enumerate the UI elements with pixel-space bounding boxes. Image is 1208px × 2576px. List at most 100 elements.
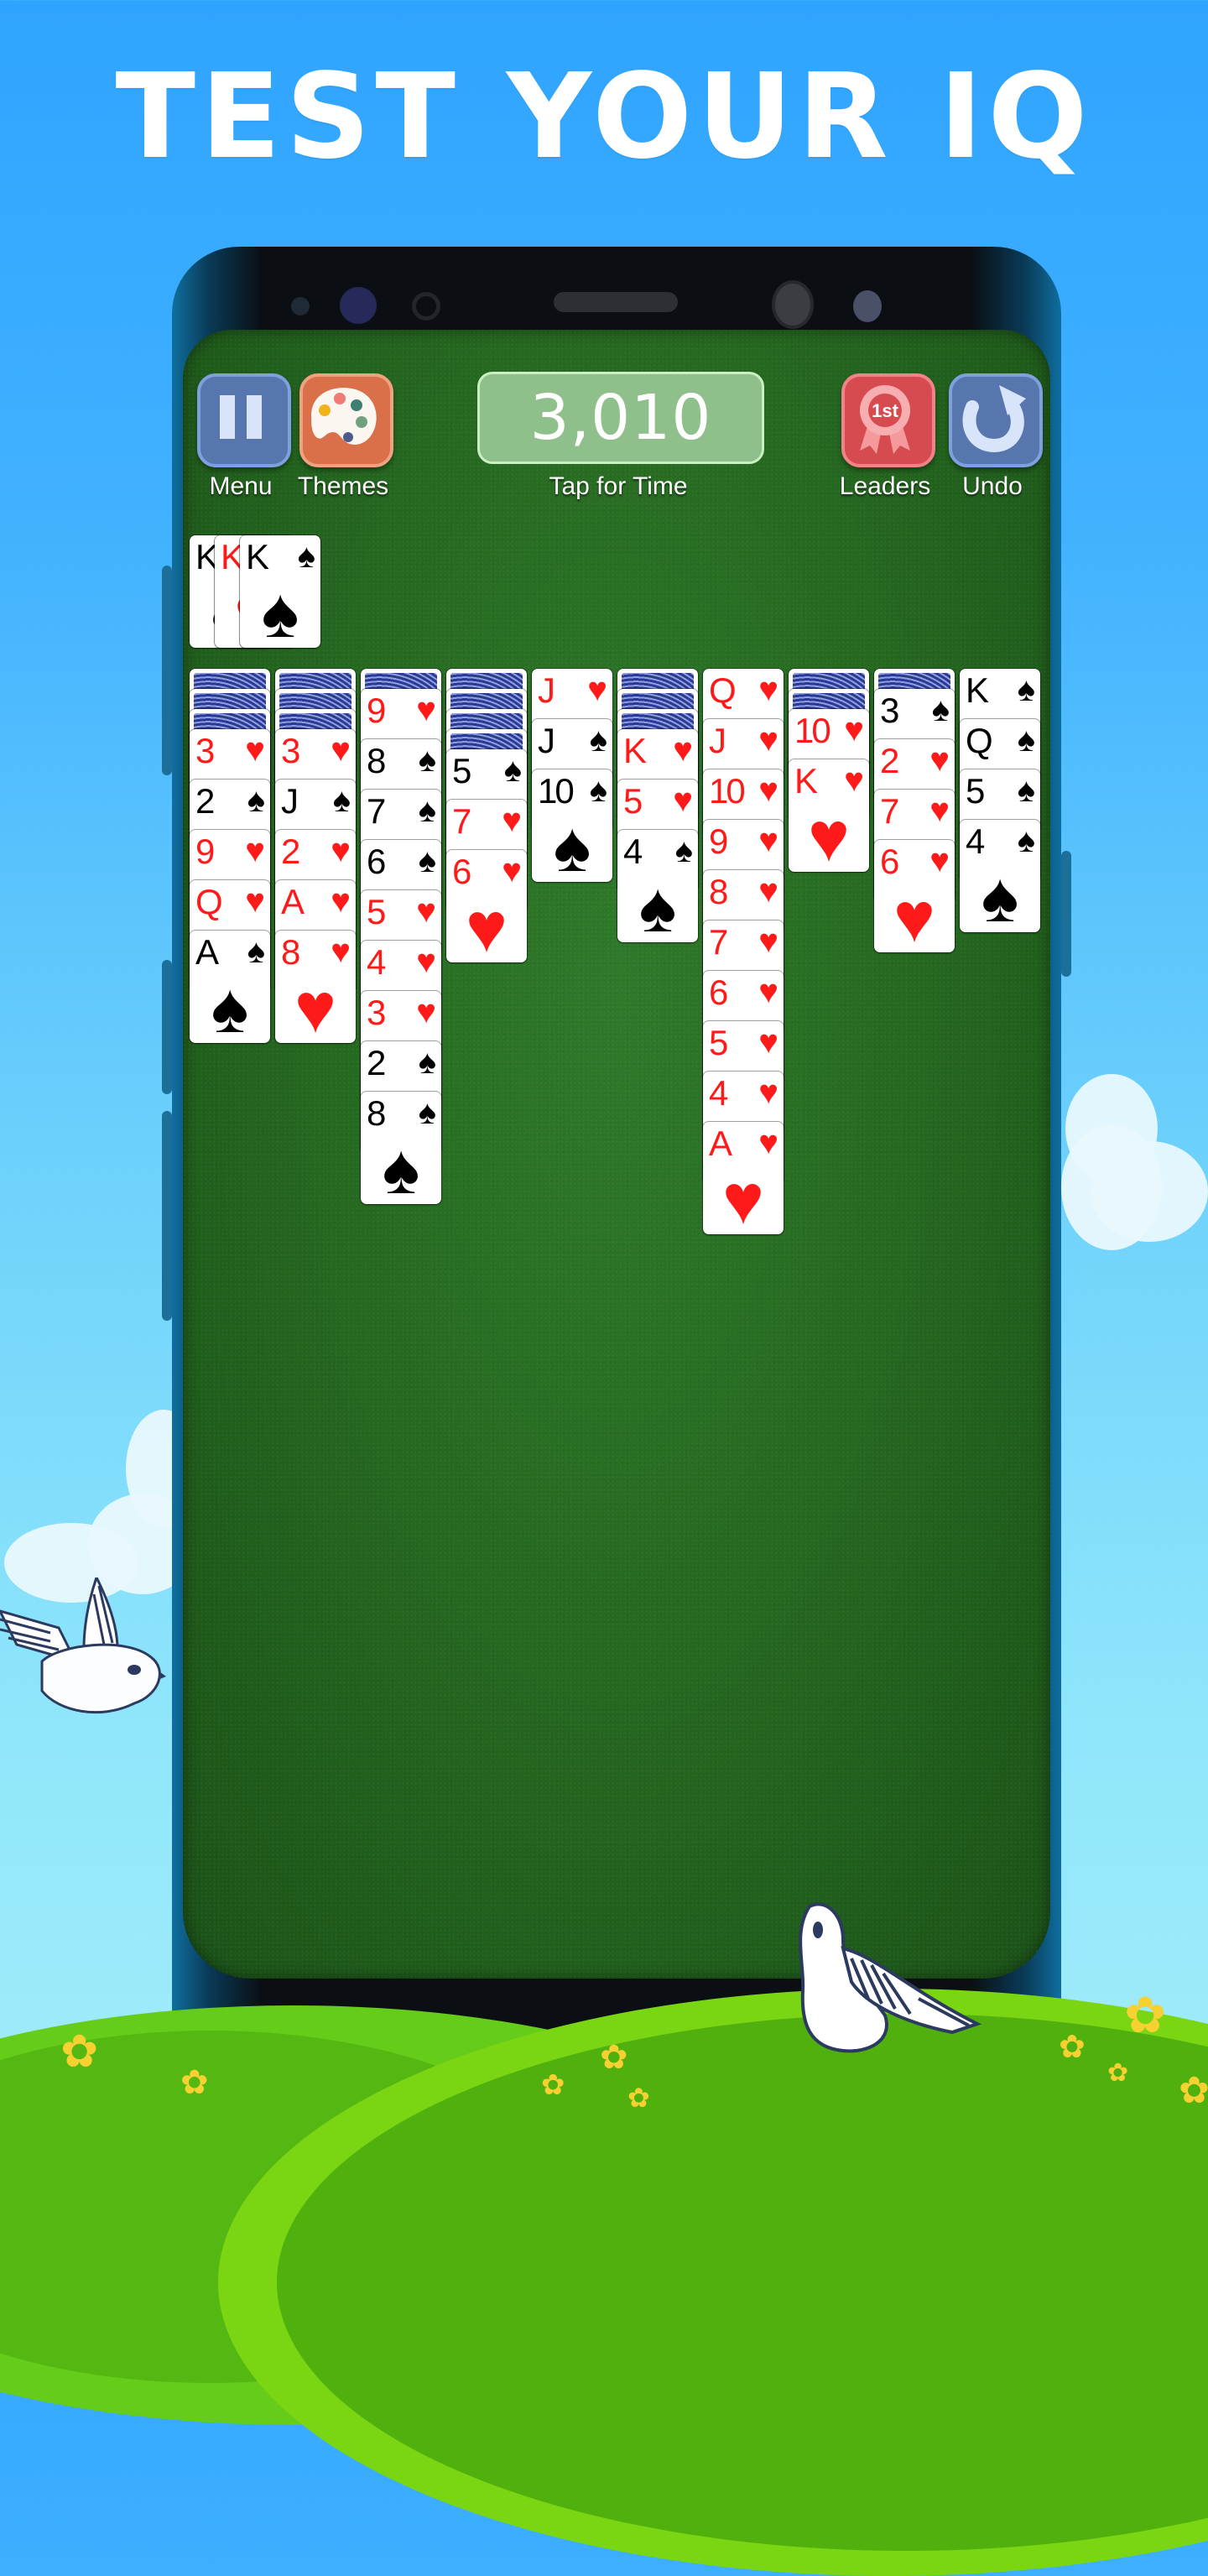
leaders-button[interactable]: 1st [841, 373, 935, 467]
card-rank: 8 [367, 741, 386, 780]
spades-icon: ♠ [418, 742, 436, 779]
tap-for-time-label[interactable]: Tap for Time [476, 472, 761, 501]
promo-headline: TEST YOUR IQ [115, 49, 1093, 185]
card-rank: 4 [367, 942, 386, 982]
card-A-of-spades[interactable]: A ♠ ♠ [190, 931, 270, 1043]
hearts-pip-icon: ♥ [808, 797, 850, 872]
game-board[interactable]: Menu Themes 3,010 Tap for Time 1st Leade… [183, 330, 1050, 1979]
spades-pip-icon: ♠ [981, 858, 1019, 932]
spades-pip-icon: ♠ [211, 968, 249, 1043]
hearts-icon: ♥ [758, 973, 778, 1010]
card-rank: 3 [195, 731, 215, 770]
spades-icon: ♠ [1017, 722, 1035, 759]
phone-side-button [162, 960, 172, 1094]
score-display[interactable]: 3,010 [477, 372, 764, 464]
card-rank: 3 [880, 691, 899, 730]
card-4-of-spades[interactable]: 4 ♠ ♠ [960, 820, 1040, 932]
card-8-of-hearts[interactable]: 8♥♥ [275, 931, 356, 1043]
phone-frame: Menu Themes 3,010 Tap for Time 1st Leade… [162, 247, 1071, 2059]
proximity-sensor [853, 290, 882, 322]
card-A-of-hearts[interactable]: A♥♥ [703, 1122, 784, 1234]
sensor-dot [291, 297, 310, 315]
spades-pip-icon: ♠ [382, 1129, 420, 1204]
hearts-icon: ♥ [331, 933, 351, 970]
spades-icon: ♠ [247, 933, 265, 970]
hearts-pip-icon: ♥ [294, 968, 336, 1043]
card-rank: 10 [709, 771, 746, 811]
card-rank: 8 [281, 932, 300, 972]
spades-pip-icon: ♠ [638, 868, 677, 942]
card-8-of-spades[interactable]: 8♠♠ [361, 1092, 441, 1204]
card-rank: 5 [367, 892, 386, 931]
leaders-badge-text: 1st [872, 400, 898, 421]
sensor-ring [412, 292, 440, 321]
hearts-icon: ♥ [758, 1074, 778, 1111]
card-rank: 9 [367, 691, 386, 730]
hearts-icon: ♥ [758, 1124, 778, 1161]
themes-button[interactable] [299, 373, 393, 467]
spades-pip-icon: ♠ [553, 807, 591, 882]
hearts-icon: ♥ [673, 782, 693, 819]
hearts-icon: ♥ [245, 732, 265, 769]
hearts-pip-icon: ♥ [722, 1160, 764, 1234]
card-rank: K [246, 537, 269, 576]
card-K-of-hearts[interactable]: K♥♥ [789, 759, 869, 872]
card-rank: A [709, 1124, 732, 1163]
card-rank: K [794, 761, 818, 800]
card-rank: 4 [623, 832, 643, 871]
card-rank: 6 [367, 842, 386, 881]
card-10-of-spades[interactable]: 10 ♠ ♠ [532, 769, 612, 882]
hearts-icon: ♥ [758, 822, 778, 859]
phone-side-button [1061, 851, 1071, 977]
spades-icon: ♠ [1017, 671, 1035, 708]
spades-icon: ♠ [1017, 772, 1035, 809]
hearts-icon: ♥ [758, 923, 778, 960]
card-rank: 7 [367, 791, 386, 831]
hearts-icon: ♥ [416, 691, 436, 728]
spades-icon: ♠ [418, 792, 436, 829]
card-6-of-hearts[interactable]: 6♥♥ [446, 850, 527, 962]
card-rank: A [195, 932, 219, 972]
card-rank: 7 [880, 791, 899, 831]
card-rank: 9 [709, 821, 728, 861]
spades-icon: ♠ [418, 842, 436, 879]
card-rank: 6 [452, 852, 471, 891]
card-rank: K [195, 537, 219, 576]
spades-icon: ♠ [589, 722, 607, 759]
hearts-icon: ♥ [502, 802, 522, 839]
card-rank: K [623, 731, 647, 770]
card-rank: J [538, 721, 555, 760]
card-rank: 7 [452, 801, 471, 841]
card-rank: 3 [281, 731, 300, 770]
phone-side-button [162, 566, 172, 775]
hearts-icon: ♥ [416, 993, 436, 1030]
palette-icon [311, 388, 377, 445]
card-rank: 6 [709, 973, 728, 1012]
card-rank: Q [966, 721, 993, 760]
spades-icon: ♠ [674, 832, 693, 869]
hearts-icon: ♥ [844, 712, 864, 748]
menu-button[interactable] [197, 373, 291, 467]
card-rank: 8 [367, 1093, 386, 1133]
sitting-bird-illustration [784, 1898, 994, 2061]
card-rank: 10 [538, 771, 575, 811]
card-4-of-spades[interactable]: 4 ♠ ♠ [617, 830, 698, 942]
card-rank: 7 [709, 922, 728, 962]
hearts-icon: ♥ [245, 832, 265, 869]
pause-icon [220, 395, 262, 439]
hearts-icon: ♥ [587, 671, 607, 708]
hearts-icon: ♥ [673, 732, 693, 769]
card-rank: K [966, 670, 989, 710]
card-rank: K [221, 537, 244, 576]
hearts-icon: ♥ [416, 893, 436, 930]
card-rank: 10 [794, 711, 831, 750]
card-6-of-hearts[interactable]: 6♥♥ [874, 840, 955, 952]
card-rank: 9 [195, 832, 215, 871]
hearts-icon: ♥ [245, 883, 265, 920]
hearts-pip-icon: ♥ [893, 878, 935, 952]
card-rank: 4 [709, 1073, 728, 1113]
card-rank: J [538, 670, 555, 710]
spades-icon: ♠ [247, 782, 265, 819]
undo-button[interactable] [949, 373, 1043, 467]
flying-bird-illustration [0, 1574, 168, 1732]
